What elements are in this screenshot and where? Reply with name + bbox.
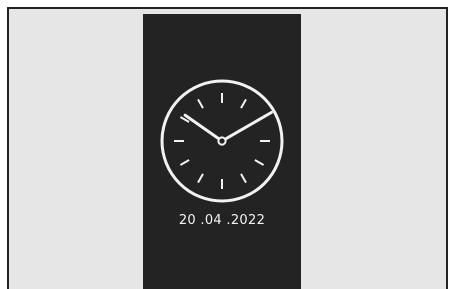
clock-hour-hand — [183, 113, 224, 143]
lock-screen[interactable]: 20 .04 .2022 — [143, 14, 301, 289]
date-label: 20 .04 .2022 — [178, 213, 266, 228]
clock-tick — [254, 159, 265, 166]
analog-clock — [160, 79, 284, 203]
clock-tick — [240, 173, 247, 184]
clock-tick — [197, 173, 204, 184]
clock-center-pin — [217, 136, 227, 146]
clock-minute-hand — [220, 111, 273, 143]
clock-tick — [179, 159, 190, 166]
clock-tick — [197, 98, 204, 109]
clock-tick — [240, 98, 247, 109]
